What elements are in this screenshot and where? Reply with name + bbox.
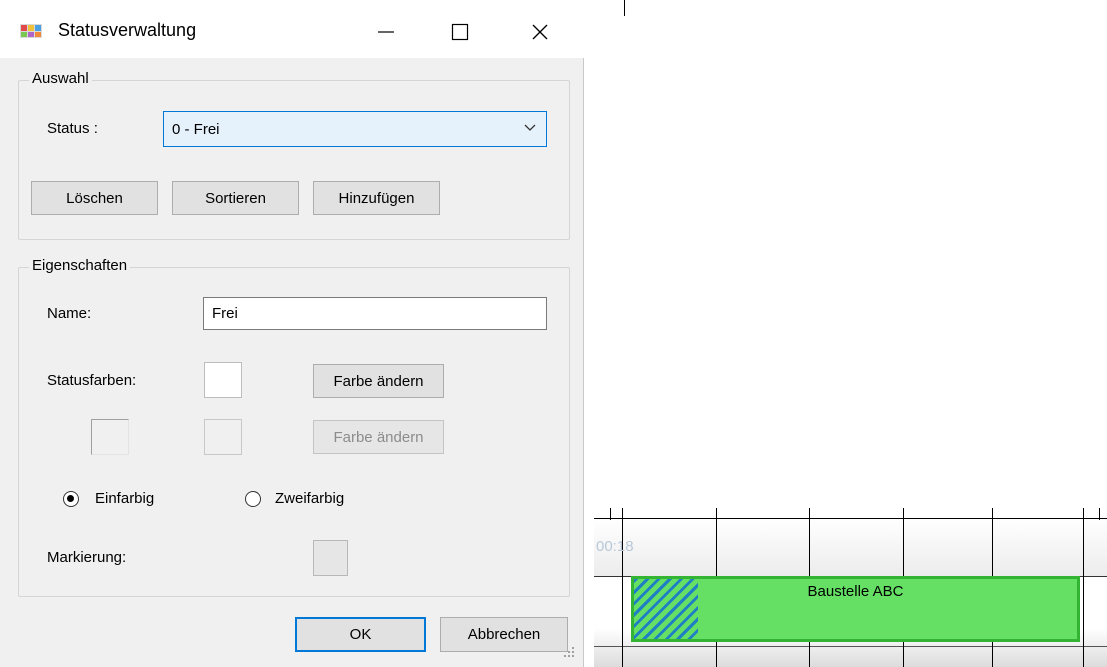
status-dropdown-value: 0 - Frei <box>172 120 220 138</box>
cancel-button-label: Abbrechen <box>467 626 541 643</box>
eigenschaften-legend: Eigenschaften <box>29 257 131 274</box>
secondary-color-swatch <box>204 419 242 455</box>
add-button-label: Hinzufügen <box>338 189 415 207</box>
change-color-button-2: Farbe ändern <box>313 420 444 454</box>
change-color-button-1[interactable]: Farbe ändern <box>313 364 444 398</box>
gantt-time-label: 00:18 <box>596 538 634 555</box>
statusfarben-label: Statusfarben: <box>47 372 137 389</box>
sort-button[interactable]: Sortieren <box>172 181 299 215</box>
minimize-icon <box>378 31 394 33</box>
status-dialog: Statusverwaltung Auswahl Status : 0 - Fr… <box>0 0 584 667</box>
close-button[interactable] <box>520 12 560 52</box>
maximize-icon <box>451 23 469 41</box>
status-dropdown[interactable]: 0 - Frei <box>163 111 547 147</box>
gantt-grid-line <box>610 508 611 520</box>
gantt-grid-line <box>622 508 623 667</box>
radio-einfarbig[interactable] <box>63 491 79 507</box>
markierung-label: Markierung: <box>47 549 127 566</box>
gantt-excerpt: 00:18 Baustelle ABC <box>594 508 1107 667</box>
name-label: Name: <box>47 305 92 322</box>
chevron-down-icon <box>524 124 536 131</box>
delete-button[interactable]: Löschen <box>31 181 158 215</box>
radio-zweifarbig-label[interactable]: Zweifarbig <box>275 490 344 507</box>
delete-button-label: Löschen <box>66 189 123 207</box>
gantt-header-row <box>594 518 1107 576</box>
ok-button-label: OK <box>349 626 372 643</box>
title-bar[interactable]: Statusverwaltung <box>0 0 584 58</box>
gantt-grid-line <box>594 518 1107 519</box>
window-title: Statusverwaltung <box>58 20 197 40</box>
cancel-button[interactable]: Abbrechen <box>440 617 568 652</box>
secondary-color-preview <box>91 419 129 455</box>
radio-selected-dot <box>67 495 74 502</box>
gantt-grid-line <box>594 646 1107 647</box>
close-icon <box>532 24 548 40</box>
markierung-swatch[interactable] <box>313 540 348 576</box>
gantt-bar-label: Baustelle ABC <box>807 583 904 600</box>
maximize-button[interactable] <box>440 12 480 52</box>
auswahl-group: Auswahl <box>18 70 570 240</box>
name-input[interactable]: Frei <box>203 297 547 330</box>
auswahl-legend: Auswahl <box>29 70 92 87</box>
gantt-grid-line <box>1099 508 1100 520</box>
gantt-task-bar[interactable]: Baustelle ABC <box>631 576 1080 642</box>
primary-color-swatch[interactable] <box>204 362 242 398</box>
name-input-value: Frei <box>212 305 238 322</box>
text-cursor <box>624 0 625 16</box>
gantt-grid-line <box>1083 508 1084 667</box>
resize-grip-icon[interactable] <box>562 645 576 659</box>
radio-einfarbig-label[interactable]: Einfarbig <box>95 490 154 507</box>
radio-zweifarbig[interactable] <box>245 491 261 507</box>
minimize-button[interactable] <box>366 12 406 52</box>
change-color-button-1-label: Farbe ändern <box>333 372 424 390</box>
change-color-button-2-label: Farbe ändern <box>333 428 424 446</box>
sort-button-label: Sortieren <box>205 189 266 207</box>
status-label: Status : <box>47 120 98 137</box>
ok-button[interactable]: OK <box>295 617 426 652</box>
app-palette-icon <box>20 24 42 38</box>
add-button[interactable]: Hinzufügen <box>313 181 440 215</box>
